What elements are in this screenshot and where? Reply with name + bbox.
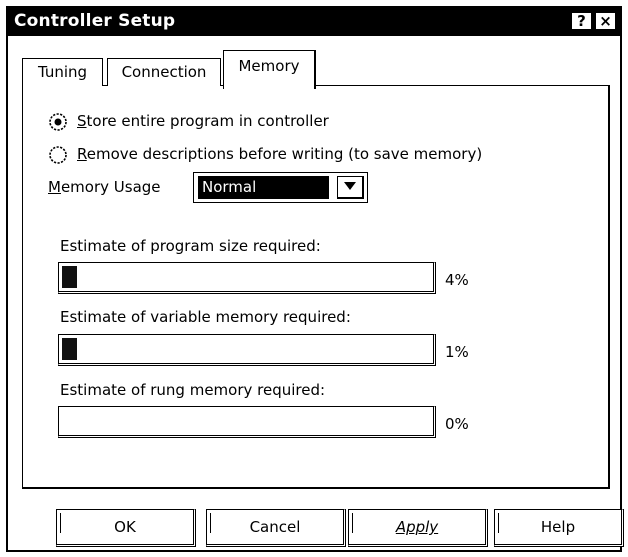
variable-memory-progress-bar: [58, 334, 436, 366]
help-button[interactable]: Help: [494, 509, 624, 547]
dialog-title: Controller Setup: [14, 11, 176, 31]
radio-selected-icon: [49, 113, 67, 131]
apply-button[interactable]: Apply: [348, 509, 488, 547]
tab-tuning[interactable]: Tuning: [22, 58, 103, 86]
memory-usage-label: Memory Usage: [48, 178, 161, 196]
help-icon-button[interactable]: ?: [571, 12, 593, 31]
apply-button-label: Apply: [395, 518, 439, 536]
tab-memory[interactable]: Memory: [223, 50, 316, 89]
program-size-progress-fill: [62, 266, 77, 288]
program-size-progress-bar: [58, 262, 436, 294]
radio-remove-label: Remove descriptions before writing (to s…: [77, 145, 483, 163]
estimate-program-size-label: Estimate of program size required:: [60, 237, 321, 255]
cancel-button[interactable]: Cancel: [206, 509, 346, 547]
radio-store-label: Store entire program in controller: [77, 112, 329, 130]
dropdown-arrow-button[interactable]: [337, 176, 364, 199]
tab-memory-label: Memory: [238, 57, 300, 75]
tab-tuning-label: Tuning: [37, 63, 88, 81]
rung-memory-percent: 0%: [445, 415, 469, 433]
tab-connection-label: Connection: [121, 63, 207, 81]
rung-memory-progress-bar: [58, 406, 436, 438]
chevron-down-icon: [344, 182, 356, 190]
close-icon-button[interactable]: ×: [595, 12, 617, 31]
tab-connection[interactable]: Connection: [107, 58, 221, 86]
estimate-variable-memory-label: Estimate of variable memory required:: [60, 308, 351, 326]
memory-usage-select[interactable]: Normal: [193, 172, 368, 203]
memory-usage-selected-value: Normal: [198, 176, 329, 199]
variable-memory-percent: 1%: [445, 343, 469, 361]
radio-unselected-icon: [49, 146, 67, 164]
program-size-percent: 4%: [445, 271, 469, 289]
title-bar: Controller Setup ? ×: [8, 8, 620, 36]
estimate-rung-memory-label: Estimate of rung memory required:: [60, 381, 326, 399]
ok-button[interactable]: OK: [56, 509, 196, 547]
variable-memory-progress-fill: [62, 338, 77, 360]
controller-setup-dialog: Controller Setup ? × Tuning Connection M…: [6, 6, 624, 552]
